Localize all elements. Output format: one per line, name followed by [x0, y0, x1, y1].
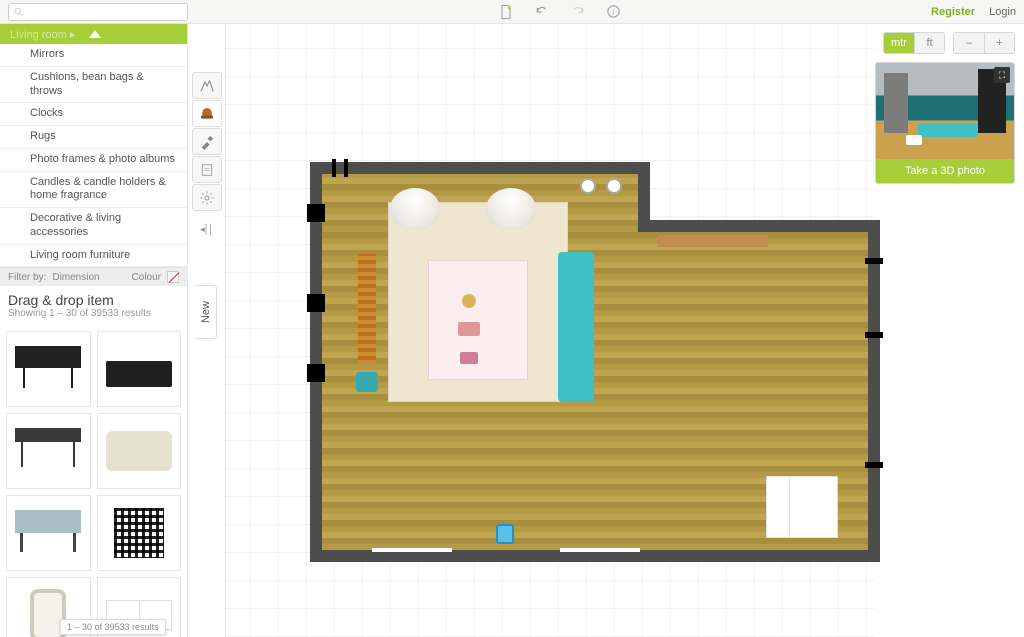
- catalog-item-coffee-table-dark[interactable]: [6, 331, 91, 407]
- category-item[interactable]: Mirrors: [0, 44, 187, 67]
- filter-dimension[interactable]: Dimension: [52, 272, 99, 283]
- catalog-item-console-table[interactable]: [6, 413, 91, 489]
- tool-notes-icon[interactable]: [192, 156, 222, 183]
- ceiling-light[interactable]: [606, 178, 622, 194]
- colour-none-icon[interactable]: [167, 271, 179, 283]
- category-list: Mirrors Cushions, bean bags & throws Clo…: [0, 44, 187, 268]
- tool-column: ◂││ New: [188, 24, 226, 637]
- right-panel: mtr ft – + ⛶ Take a 3D photo: [874, 24, 1024, 637]
- auth-links: Register Login: [931, 6, 1016, 18]
- pager-tooltip: 1 – 30 of 39533 results: [60, 619, 166, 635]
- zoom-out-button[interactable]: –: [954, 33, 984, 53]
- console-table-thumb: [15, 428, 81, 474]
- search-icon: [13, 6, 24, 18]
- tool-paint-icon[interactable]: [192, 128, 222, 155]
- category-item[interactable]: Living room furniture: [0, 245, 187, 268]
- take-3d-photo-button[interactable]: Take a 3D photo: [876, 159, 1014, 183]
- floor-lamp[interactable]: [486, 188, 536, 230]
- new-tab-label: New: [200, 301, 212, 323]
- register-link[interactable]: Register: [931, 6, 975, 18]
- room[interactable]: [310, 162, 880, 562]
- new-tab-button[interactable]: New: [195, 285, 217, 339]
- zoom-in-button[interactable]: +: [984, 33, 1014, 53]
- preview-3d-image[interactable]: ⛶: [876, 63, 1014, 159]
- ceiling-light[interactable]: [580, 178, 596, 194]
- photo-grid-frame-thumb: [114, 508, 164, 558]
- unit-imperial-button[interactable]: ft: [914, 33, 944, 53]
- category-item[interactable]: Candles & candle holders & home fragranc…: [0, 172, 187, 209]
- new-page-icon[interactable]: [497, 3, 515, 21]
- top-center-tools: i: [188, 3, 931, 21]
- coffee-table[interactable]: [428, 260, 528, 380]
- catalog-grid[interactable]: [0, 325, 187, 637]
- zoom-controls: – +: [953, 32, 1015, 54]
- catalog-item-corner-sofa[interactable]: [97, 413, 182, 489]
- catalog-item-glass-coffee-table[interactable]: [6, 495, 91, 571]
- tool-walls-icon[interactable]: [192, 72, 222, 99]
- category-item[interactable]: Clocks: [0, 103, 187, 126]
- collapse-handle-icon[interactable]: ◂││: [200, 220, 214, 238]
- category-item[interactable]: Photo frames & photo albums: [0, 149, 187, 172]
- redo-icon[interactable]: [569, 3, 587, 21]
- login-link[interactable]: Login: [989, 6, 1016, 18]
- unit-toggle: mtr ft: [883, 32, 945, 54]
- coffee-table-dark-thumb: [15, 346, 81, 392]
- filter-colour-label[interactable]: Colour: [132, 272, 161, 283]
- unit-metric-button[interactable]: mtr: [884, 33, 914, 53]
- catalog-title: Drag & drop item: [0, 286, 187, 308]
- category-item[interactable]: Rugs: [0, 126, 187, 149]
- info-icon[interactable]: i: [605, 3, 623, 21]
- tool-furniture-icon[interactable]: [192, 100, 222, 127]
- sofa[interactable]: [558, 252, 594, 402]
- top-bar: i Register Login: [0, 0, 1024, 24]
- shelf[interactable]: [658, 235, 768, 247]
- side-table-dark-thumb: [106, 361, 172, 387]
- floorplan-canvas[interactable]: [226, 24, 874, 637]
- corner-sofa-thumb: [106, 431, 172, 471]
- catalog-item-photo-grid-frame[interactable]: [97, 495, 182, 571]
- undo-icon[interactable]: [533, 3, 551, 21]
- catalog-subtitle: Showing 1 – 30 of 39533 results: [0, 308, 187, 325]
- bench[interactable]: [358, 254, 376, 364]
- glass-coffee-table-thumb: [15, 510, 81, 556]
- preview-card: ⛶ Take a 3D photo: [875, 62, 1015, 184]
- category-header-label: Living room ▸: [10, 28, 75, 41]
- stool[interactable]: [356, 372, 378, 392]
- category-header[interactable]: Living room ▸: [0, 24, 187, 44]
- floor-lamp[interactable]: [390, 188, 440, 230]
- filter-label: Filter by:: [8, 272, 46, 283]
- category-item[interactable]: Cushions, bean bags & throws: [0, 67, 187, 104]
- category-item[interactable]: Decorative & living accessories: [0, 208, 187, 245]
- catalog-item-side-table-dark[interactable]: [97, 331, 182, 407]
- search-field[interactable]: [24, 6, 187, 18]
- tool-settings-icon[interactable]: [192, 184, 222, 211]
- fullscreen-icon[interactable]: ⛶: [994, 67, 1010, 83]
- svg-text:i: i: [613, 8, 615, 17]
- collapse-up-icon: [89, 30, 101, 38]
- sidebar: Living room ▸ Mirrors Cushions, bean bag…: [0, 24, 188, 637]
- filter-bar: Filter by: Dimension Colour: [0, 268, 187, 286]
- floor-device[interactable]: [496, 524, 514, 544]
- search-input[interactable]: [8, 3, 188, 21]
